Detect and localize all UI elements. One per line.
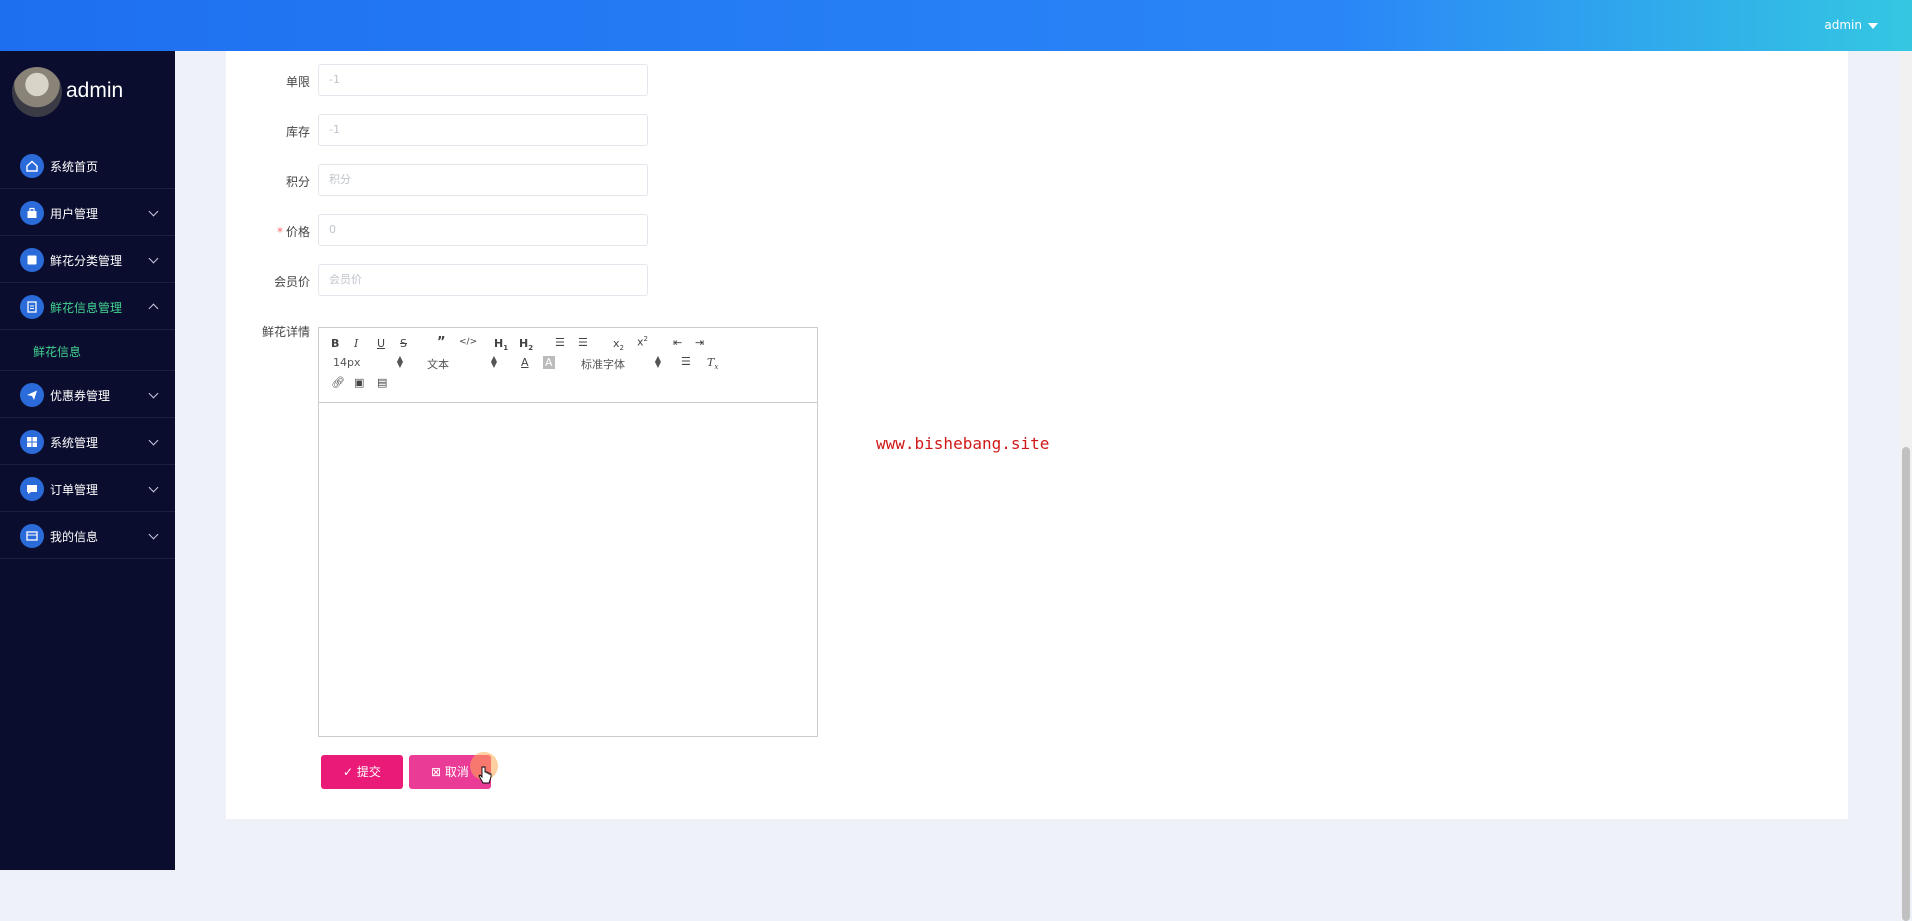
bold-icon[interactable]: B [331,337,339,350]
subscript-icon[interactable]: x2 [613,337,624,352]
field-label: 积分 [285,175,310,189]
user-dropdown[interactable]: admin [1824,18,1878,32]
sidebar-item-label: 系统管理 [50,436,99,450]
category-icon [20,248,44,272]
sidebar-item-users[interactable]: 用户管理 [0,189,175,236]
price-input[interactable]: 0 [318,214,648,246]
price-label: * 价格 [276,225,310,239]
sidebar-menu: 系统首页 用户管理 鲜花分类管理 鲜花信息管理 鲜花信息 优惠券管理 系统管理 [0,142,175,559]
coupon-icon [20,383,44,407]
text-style-select[interactable]: 文本 ▲ ▼ [427,355,497,372]
chevron-down-icon [148,435,159,446]
sidebar-item-orders[interactable]: 订单管理 [0,465,175,512]
sidebar-item-coupons[interactable]: 优惠券管理 [0,371,175,418]
heading1-icon[interactable]: H1 [494,337,508,352]
sidebar-item-flower-category[interactable]: 鲜花分类管理 [0,236,175,283]
submenu-item-flower-info[interactable]: 鲜花信息 [0,330,175,371]
close-box-icon: ⊠ [431,765,445,779]
field-label: 鲜花详情 [261,325,310,339]
strikethrough-icon[interactable]: S [400,337,407,350]
background-color-icon[interactable]: A [543,356,555,369]
submenu-label: 鲜花信息 [33,345,82,359]
grid-icon [20,430,44,454]
stock-input[interactable]: -1 [318,114,648,146]
font-family-select[interactable]: 标准字体 ▲ ▼ [581,355,661,372]
single-limit-input[interactable]: -1 [318,64,648,96]
sidebar-item-label: 订单管理 [50,483,99,497]
check-icon: ✓ [343,765,357,779]
underline-icon[interactable]: U [377,337,385,350]
chevron-down-icon [148,253,159,264]
submit-button[interactable]: ✓ 提交 [321,755,403,789]
chevron-down-icon [148,388,159,399]
video-icon[interactable]: ▤ [377,376,387,389]
superscript-icon[interactable]: x2 [637,335,648,349]
heading2-icon[interactable]: H2 [519,337,533,352]
hand-cursor-icon [478,766,492,784]
watermark-text: www.bishebang.site [876,434,1050,453]
sidebar-item-label: 我的信息 [50,530,99,544]
required-marker: * [276,225,283,239]
field-label: 库存 [285,125,310,139]
info-icon [20,295,44,319]
points-input[interactable]: 积分 [318,164,648,196]
editor-content[interactable] [319,403,817,737]
sidebar-item-label: 系统首页 [50,160,99,174]
field-label: 单限 [285,75,310,89]
editor-toolbar: B I U S ” </> H1 H2 ☰ ☰ x2 x2 ⇤ ⇥ 14px ▲ ▼… [319,328,817,403]
chevron-down-icon [148,482,159,493]
italic-icon[interactable]: I [354,337,358,350]
sidebar-item-label: 鲜花信息管理 [50,301,123,315]
align-icon[interactable]: ☰ [681,355,691,368]
field-label: 会员价 [273,275,310,289]
font-size-select[interactable]: 14px ▲ ▼ [333,355,403,370]
home-icon [20,154,44,178]
sidebar-item-label: 用户管理 [50,207,99,221]
profile-icon [20,524,44,548]
caret-down-icon [1868,22,1878,29]
sidebar-item-label: 鲜花分类管理 [50,254,123,268]
rich-text-editor: B I U S ” </> H1 H2 ☰ ☰ x2 x2 ⇤ ⇥ 14px ▲ ▼… [318,327,818,737]
clear-format-icon[interactable]: Tx [707,356,718,371]
sidebar-item-flower-info[interactable]: 鲜花信息管理 [0,283,175,330]
code-block-icon[interactable]: </> [459,337,477,347]
sidebar: admin 系统首页 用户管理 鲜花分类管理 鲜花信息管理 鲜花信息 优惠券管理 [0,51,175,870]
profile: admin [12,67,172,117]
scrollbar[interactable] [1900,51,1912,921]
top-header: admin [0,0,1912,51]
order-icon [20,477,44,501]
member-price-input[interactable]: 会员价 [318,264,648,296]
user-icon [20,201,44,225]
blockquote-icon[interactable]: ” [437,335,446,350]
sidebar-item-label: 优惠券管理 [50,389,111,403]
user-label: admin [1824,18,1862,32]
link-icon[interactable]: 🔗︎ [331,376,345,389]
bullet-list-icon[interactable]: ☰ [578,336,588,349]
chevron-down-icon [148,529,159,540]
sidebar-item-home[interactable]: 系统首页 [0,142,175,189]
image-icon[interactable]: ▣ [354,376,364,389]
outdent-icon[interactable]: ⇤ [673,336,682,349]
sidebar-item-system[interactable]: 系统管理 [0,418,175,465]
chevron-up-icon [148,303,159,314]
scrollbar-thumb[interactable] [1902,447,1910,921]
profile-name: admin [66,79,124,102]
font-color-icon[interactable]: A [521,356,529,369]
indent-icon[interactable]: ⇥ [695,336,704,349]
avatar [12,67,62,117]
chevron-down-icon [148,206,159,217]
ordered-list-icon[interactable]: ☰ [555,336,565,349]
sidebar-item-my-info[interactable]: 我的信息 [0,512,175,559]
